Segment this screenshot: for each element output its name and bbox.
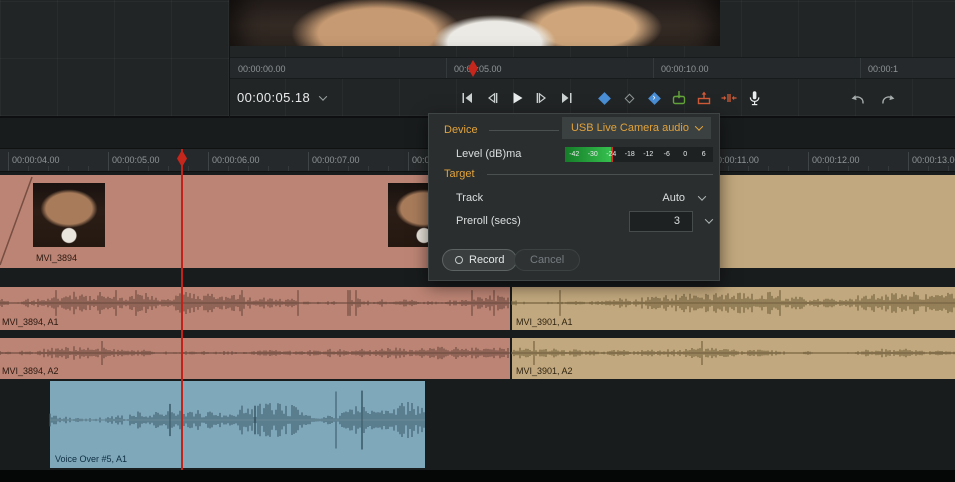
ruler-tick [446,58,447,79]
play-icon [509,90,525,106]
transition-wedge [0,175,34,268]
preroll-label: Preroll (secs) [456,215,521,227]
audio-clip-mvi3894-a2[interactable]: MVI_3894, A2 [0,338,510,379]
audio-track-a2: MVI_3894, A2 MVI_3901, A2 [0,338,955,379]
undo-button[interactable] [848,90,866,108]
timecode-display[interactable]: 00:00:05.18 [237,90,326,105]
level-meter-scale: -42 -30 -24 -18 -12 -6 0 6 [565,147,713,162]
marker-outline-button[interactable] [620,89,638,107]
step-forward-button[interactable] [533,89,551,107]
playhead-line[interactable] [181,149,183,470]
transport-controls: › [458,89,763,107]
record-button[interactable]: Record [442,249,517,271]
waveform [512,340,955,366]
marker-outline-icon [624,93,634,103]
voiceover-track: Voice Over #5, A1 [0,380,955,470]
monitor-ruler-label: 00:00:10.00 [661,58,709,79]
waveform [0,340,510,366]
device-dropdown[interactable]: USB Live Camera audio [562,117,711,139]
chevron-down-icon[interactable] [705,215,713,223]
level-label: Level (dB)ma [456,148,521,160]
goto-start-icon [459,90,475,106]
timecode-value: 00:00:05.18 [237,90,310,105]
timeline-ruler-label: 00:00:06.00 [212,149,260,172]
clip-label: Voice Over #5, A1 [55,454,127,464]
history-controls [848,90,897,108]
microphone-icon [746,90,763,107]
goto-start-button[interactable] [458,89,476,107]
redo-button[interactable] [879,90,897,108]
monitor-ruler-label: 00:00:00.00 [238,58,286,79]
chevron-down-icon [319,92,327,100]
video-preview [230,0,720,46]
video-editor-app: 00:00:00.00 00:00:05.00 00:00:10.00 00:0… [0,0,955,482]
clip-label: MVI_3901, A2 [516,366,573,376]
insert-icon [671,90,687,106]
bottom-bar [0,470,955,482]
clip-thumbnail [33,183,105,247]
audio-track-a1: MVI_3894, A1 MVI_3901, A1 [0,287,955,330]
lift-button[interactable] [695,89,713,107]
audio-clip-mvi3901-a2[interactable]: MVI_3901, A2 [512,338,955,379]
preroll-input[interactable]: 3 [629,211,693,232]
voiceover-clip[interactable]: Voice Over #5, A1 [50,381,425,468]
clip-label: MVI_3901, A1 [516,317,573,327]
goto-marker-button[interactable]: › [645,89,663,107]
clip-label: MVI_3894 [36,253,77,263]
waveform [512,289,955,317]
section-divider [489,130,559,131]
track-dropdown[interactable]: Auto [662,192,685,204]
step-back-icon [484,90,500,106]
goto-end-button[interactable] [558,89,576,107]
record-dot-icon [455,256,463,264]
device-section-label: Device [444,124,478,136]
device-dropdown-value: USB Live Camera audio [571,122,689,134]
play-button[interactable] [508,89,526,107]
chevron-down-icon[interactable] [698,192,706,200]
monitor-timeline-ruler[interactable]: 00:00:00.00 00:00:05.00 00:00:10.00 00:0… [230,57,955,79]
section-divider [487,174,713,175]
audio-clip-mvi3901-a1[interactable]: MVI_3901, A1 [512,287,955,330]
lift-icon [696,90,712,106]
voiceover-panel: Device USB Live Camera audio Level (dB)m… [428,113,720,281]
cancel-button-label: Cancel [530,254,564,266]
level-meter: -42 -30 -24 -18 -12 -6 0 6 [565,147,713,162]
timeline-ruler-label: 00:00:05.00 [112,149,160,172]
step-back-button[interactable] [483,89,501,107]
target-section-label: Target [444,168,475,180]
clip-label: MVI_3894, A2 [2,366,59,376]
voiceover-mic-button[interactable] [745,89,763,107]
add-marker-button[interactable] [595,89,613,107]
step-forward-icon [534,90,550,106]
redo-icon [880,91,897,107]
insert-edit-button[interactable] [670,89,688,107]
timeline-ruler-label: 00:00:12.00 [812,149,860,172]
goto-end-icon [559,90,575,106]
close-gap-button[interactable] [720,89,738,107]
waveform [0,289,510,317]
ruler-tick [860,58,861,79]
undo-icon [849,91,866,107]
track-label: Track [456,192,483,204]
timeline-ruler-label: 00:00:07.00 [312,149,360,172]
monitor-ruler-label: 00:00:1 [868,58,898,79]
transport-bar: 00:00:05.18 [230,82,955,116]
record-button-label: Record [469,254,504,266]
cancel-button[interactable]: Cancel [514,249,580,271]
waveform [50,389,425,451]
chevron-down-icon [695,122,703,130]
close-gap-icon [721,90,737,106]
timeline-ruler-label: 00:00:04.00 [12,149,60,172]
clip-label: MVI_3894, A1 [2,317,59,327]
monitor-area: 00:00:00.00 00:00:05.00 00:00:10.00 00:0… [0,0,955,118]
timeline-ruler-label: 00:00:13.00 [912,149,955,172]
ruler-tick [653,58,654,79]
audio-clip-mvi3894-a1[interactable]: MVI_3894, A1 [0,287,510,330]
marker-filled-icon [598,92,611,105]
